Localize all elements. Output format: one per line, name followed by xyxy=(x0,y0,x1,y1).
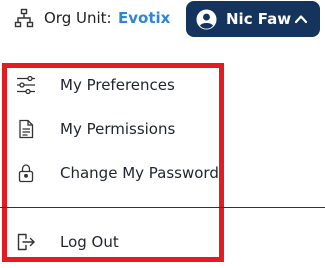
menu-item-label: My Permissions xyxy=(60,120,176,138)
org-unit-label: Org Unit: xyxy=(44,9,112,27)
menu-item-log-out[interactable]: Log Out xyxy=(14,227,219,257)
menu-item-label: Change My Password xyxy=(60,164,219,182)
sliders-icon xyxy=(17,75,35,95)
user-menu-button[interactable]: Nic Faw xyxy=(186,1,320,37)
top-bar: Org Unit: Evotix Nic Faw xyxy=(0,0,325,40)
chevron-up-icon xyxy=(294,15,308,24)
menu-item-my-permissions[interactable]: My Permissions xyxy=(14,114,219,144)
menu-item-label: Log Out xyxy=(60,233,119,251)
org-hierarchy-icon xyxy=(14,8,34,28)
user-name: Nic Faw xyxy=(226,10,292,28)
menu-item-label: My Preferences xyxy=(60,76,175,94)
menu-divider xyxy=(0,207,325,208)
org-unit-link[interactable]: Evotix xyxy=(118,8,170,28)
user-avatar-icon xyxy=(196,9,217,30)
menu-item-change-password[interactable]: Change My Password xyxy=(14,158,219,188)
logout-icon xyxy=(17,233,35,251)
lock-icon xyxy=(18,164,34,183)
menu-item-my-preferences[interactable]: My Preferences xyxy=(14,70,219,100)
document-icon xyxy=(19,119,34,139)
